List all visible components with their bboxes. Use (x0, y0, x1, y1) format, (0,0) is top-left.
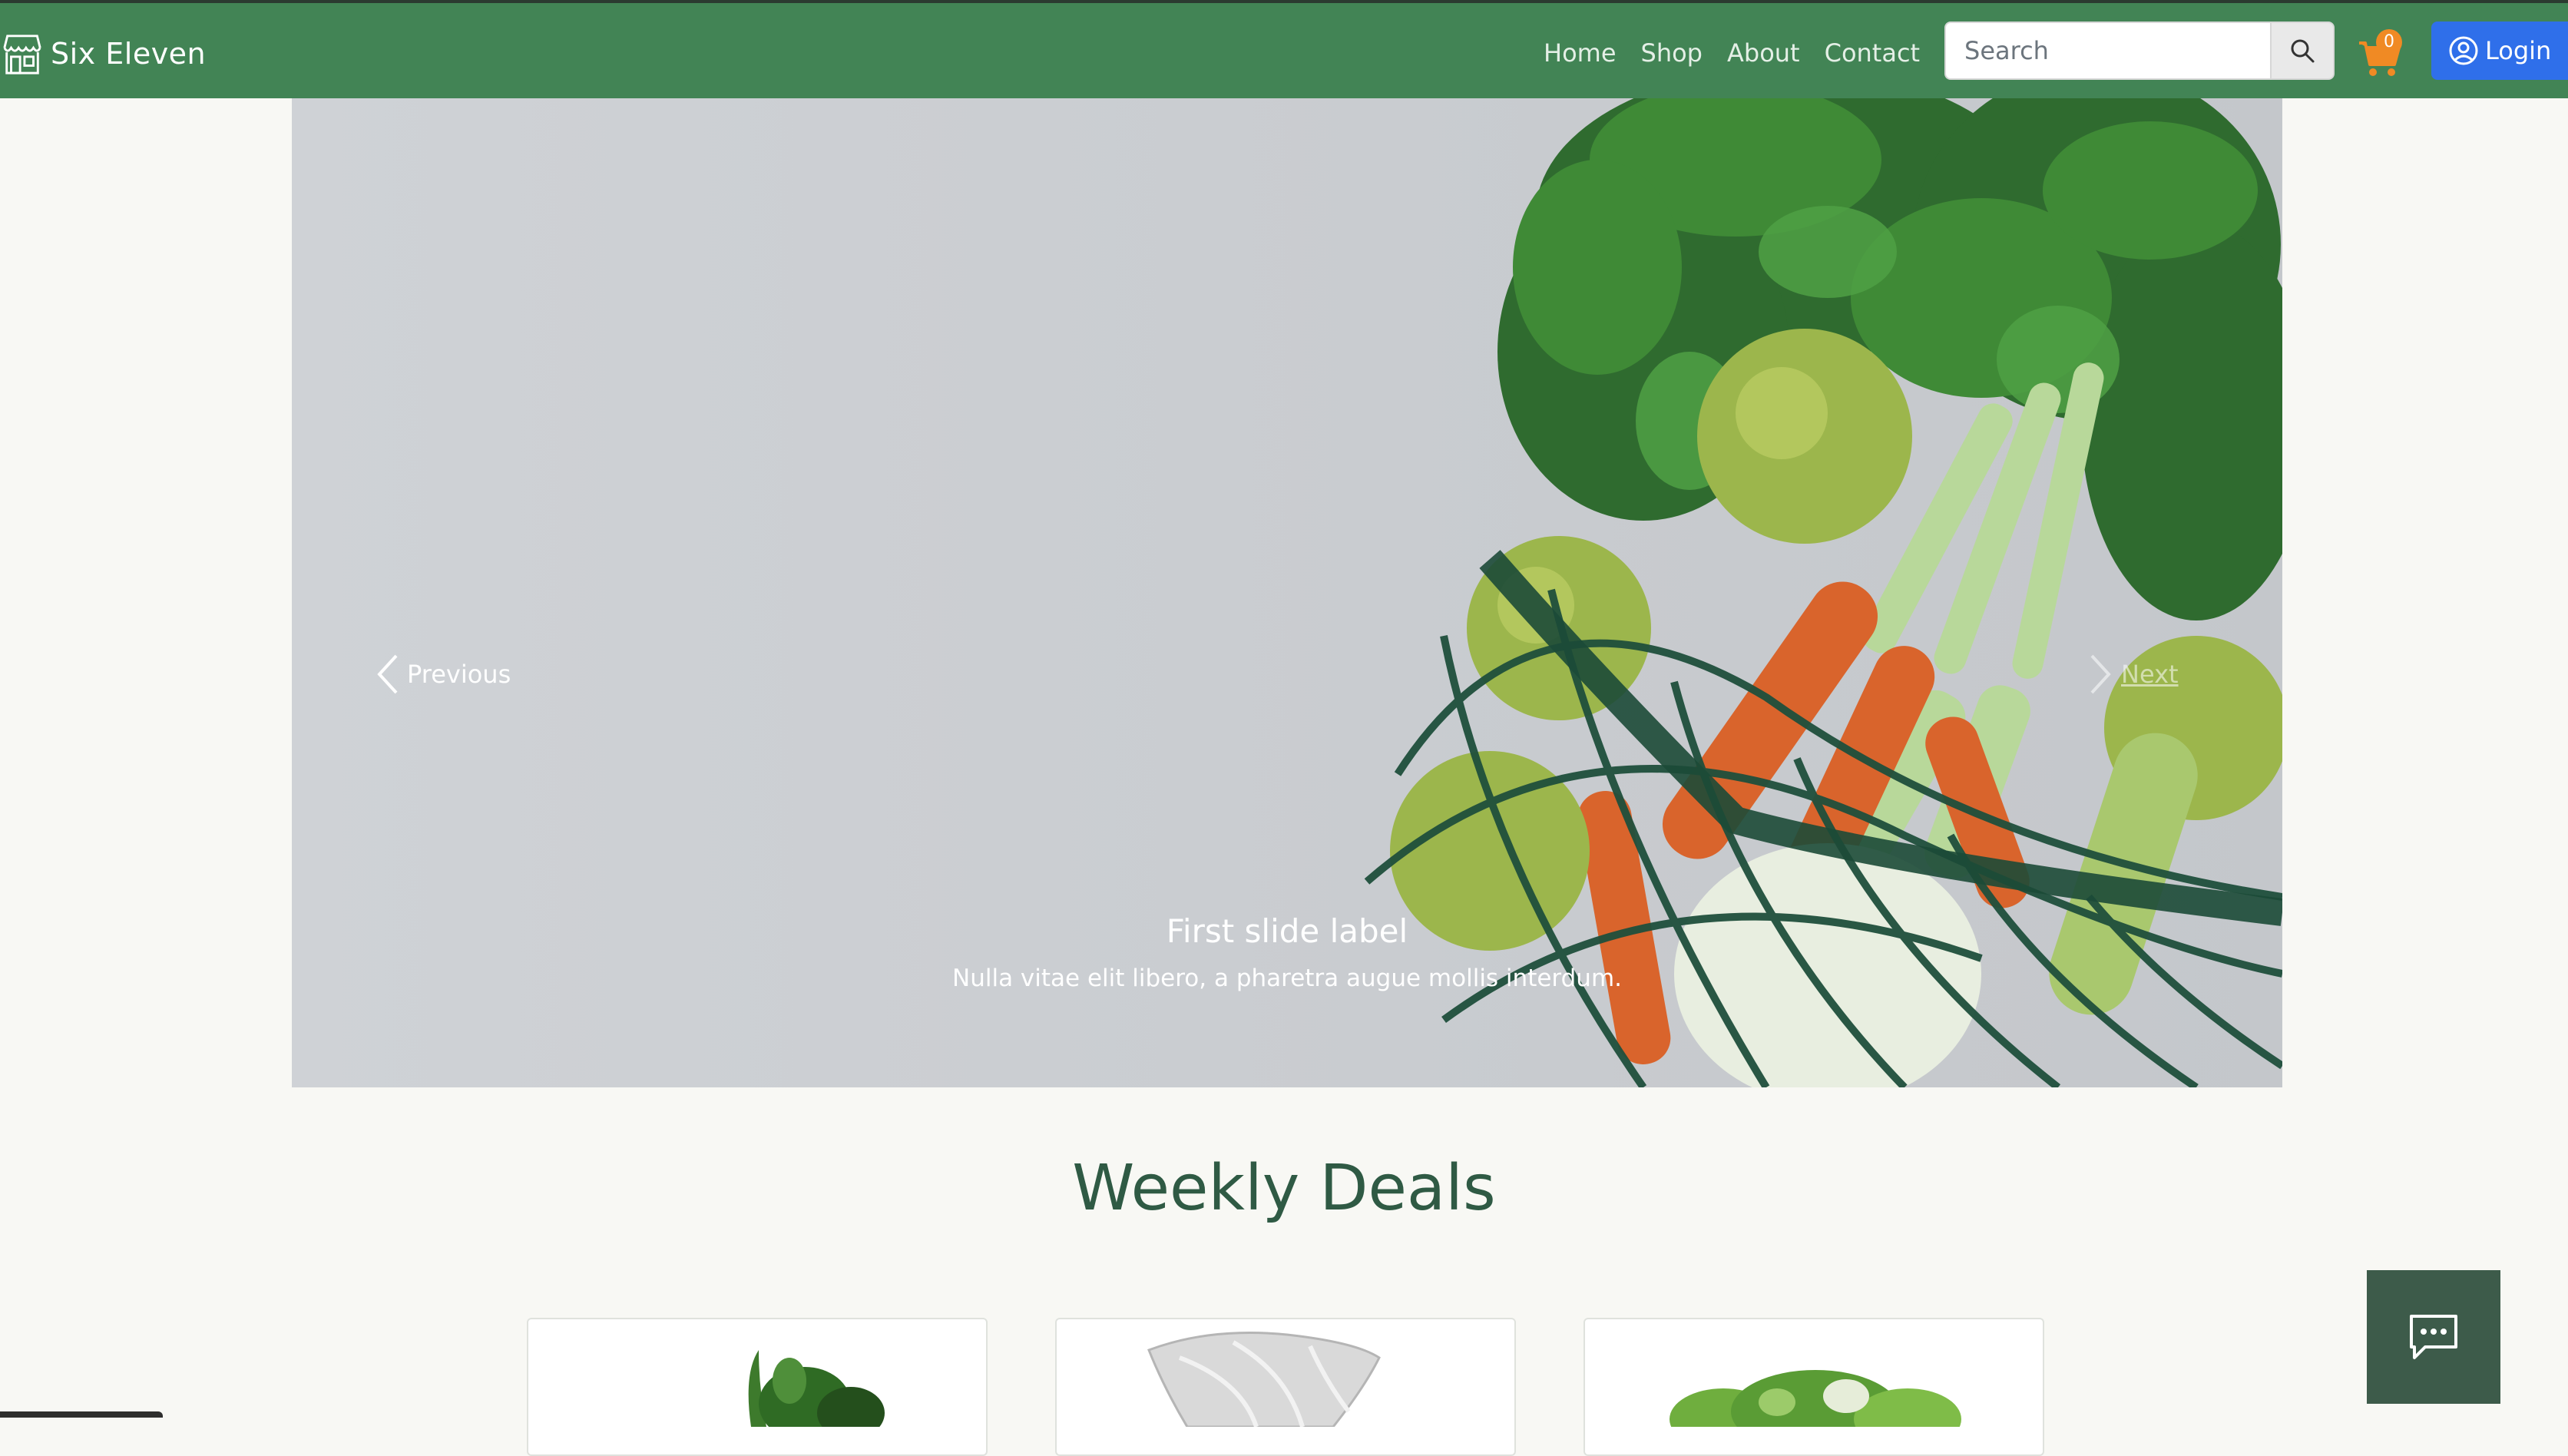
lettuce-image (1670, 1370, 1961, 1427)
nav-link-about[interactable]: About (1727, 38, 1800, 68)
carousel-next-label: Next (2121, 660, 2179, 689)
cart-count-badge: 0 (2376, 29, 2402, 55)
deal-card[interactable] (527, 1318, 988, 1456)
hero-carousel: Previous Next First slide label Nulla vi… (292, 98, 2282, 1087)
login-button[interactable]: Login (2431, 22, 2568, 80)
user-circle-icon (2449, 36, 2478, 65)
chat-bubble-icon (2410, 1315, 2457, 1359)
login-label: Login (2485, 36, 2552, 65)
bagged-produce-image (1147, 1332, 1381, 1427)
bottom-edge-bar (0, 1411, 163, 1418)
nav-link-home[interactable]: Home (1544, 38, 1617, 68)
storefront-icon (3, 35, 41, 74)
nav-link-contact[interactable]: Contact (1825, 38, 1921, 68)
weekly-deals-title: Weekly Deals (1072, 1152, 1496, 1225)
search-form (1944, 22, 2335, 80)
top-navbar: Six Eleven Home Shop About Contact 0 Lo (0, 3, 2568, 98)
chevron-left-icon (377, 654, 398, 694)
search-input[interactable] (1944, 22, 2270, 80)
carousel-prev-button[interactable]: Previous (375, 651, 511, 697)
deal-card[interactable] (1583, 1318, 2044, 1456)
search-button[interactable] (2270, 22, 2335, 80)
carousel-next-button[interactable]: Next (2089, 651, 2179, 697)
chevron-right-icon (2090, 654, 2111, 694)
leafy-greens-image (748, 1350, 885, 1427)
cart-button[interactable]: 0 (2358, 29, 2404, 78)
slide-caption-title: First slide label (1166, 912, 1408, 950)
brand-name: Six Eleven (51, 37, 207, 71)
nav-links: Home Shop About Contact (1544, 34, 1944, 72)
nav-link-shop[interactable]: Shop (1641, 38, 1703, 68)
deal-card[interactable] (1055, 1318, 1516, 1456)
brand[interactable]: Six Eleven (0, 31, 206, 77)
slide-caption-text: Nulla vitae elit libero, a pharetra augu… (952, 965, 1622, 992)
search-icon (2291, 39, 2315, 63)
chat-button[interactable] (2367, 1270, 2500, 1404)
carousel-prev-label: Previous (407, 660, 511, 689)
